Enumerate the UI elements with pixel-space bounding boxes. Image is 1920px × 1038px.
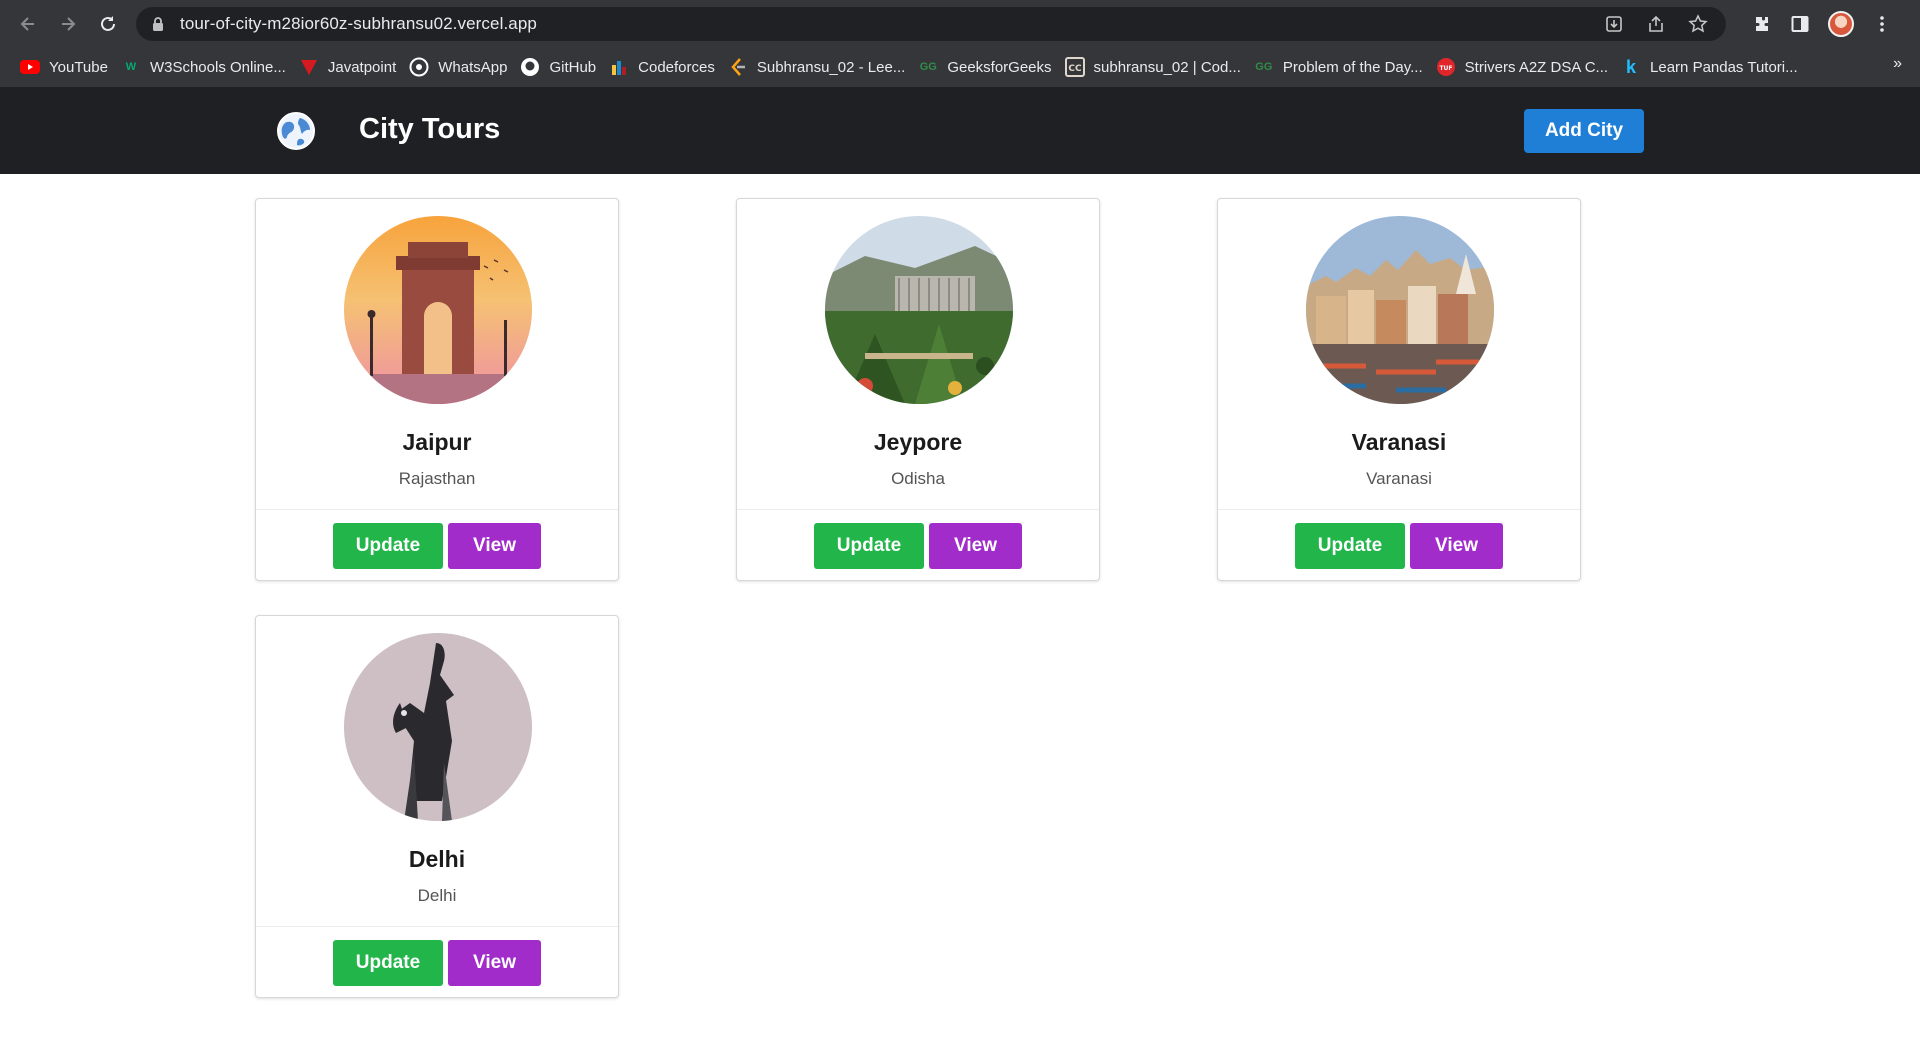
- bookmark-label: W3Schools Online...: [149, 58, 286, 76]
- share-icon[interactable]: [1646, 14, 1666, 34]
- update-button[interactable]: Update: [814, 523, 924, 569]
- city-photo-jeypore: [825, 216, 1013, 404]
- city-card: Varanasi Varanasi Update View: [1217, 198, 1581, 581]
- city-photo-jaipur: [344, 216, 532, 404]
- bookmarks-overflow-chevron-icon[interactable]: »: [1893, 55, 1902, 73]
- bookmark-label: GeeksforGeeks: [947, 58, 1052, 76]
- geeksforgeeks-icon: GG: [919, 61, 937, 73]
- bookmark-codeforces[interactable]: Codeforces: [605, 53, 724, 81]
- whatsapp-icon: [409, 57, 429, 77]
- leetcode-icon: [728, 58, 748, 76]
- profile-avatar[interactable]: [1828, 10, 1854, 37]
- city-photo-varanasi: [1306, 216, 1494, 404]
- update-button[interactable]: Update: [333, 940, 443, 986]
- bookmark-w3schools[interactable]: W W3Schools Online...: [117, 53, 295, 81]
- install-app-icon[interactable]: [1604, 14, 1624, 34]
- takeuforward-icon: TUF: [1436, 58, 1456, 76]
- city-state: Varanasi: [1366, 469, 1432, 488]
- bookmark-kaggle[interactable]: k Learn Pandas Tutori...: [1617, 53, 1807, 81]
- bookmark-codechef[interactable]: CC subhransu_02 | Cod...: [1061, 53, 1250, 81]
- add-city-button[interactable]: Add City: [1524, 109, 1644, 153]
- bookmark-github[interactable]: GitHub: [516, 53, 605, 81]
- globe-logo-icon[interactable]: [276, 111, 316, 151]
- card-divider: [256, 509, 618, 510]
- extensions-puzzle-icon[interactable]: [1752, 14, 1772, 34]
- bookmark-label: WhatsApp: [438, 58, 508, 76]
- update-button[interactable]: Update: [333, 523, 443, 569]
- lock-icon: [153, 17, 163, 31]
- app-navbar: City Tours Add City: [0, 87, 1920, 174]
- more-menu-icon[interactable]: [1872, 14, 1892, 34]
- card-divider: [737, 509, 1099, 510]
- bookmark-javatpoint[interactable]: Javatpoint: [295, 53, 405, 81]
- bookmark-label: Codeforces: [638, 58, 715, 76]
- side-panel-icon[interactable]: [1790, 14, 1810, 34]
- bookmark-label: Javatpoint: [327, 58, 397, 76]
- svg-text:TUF: TUF: [1439, 65, 1452, 72]
- bookmark-geeksforgeeks[interactable]: GG GeeksforGeeks: [914, 53, 1060, 81]
- youtube-icon: [20, 58, 40, 76]
- card-actions: Update View: [256, 523, 618, 569]
- card-actions: Update View: [1218, 523, 1580, 569]
- geeksforgeeks-icon: GG: [1255, 61, 1273, 73]
- bookmark-label: YouTube: [49, 58, 108, 76]
- city-name: Varanasi: [1351, 429, 1447, 455]
- view-button[interactable]: View: [1410, 523, 1503, 569]
- bookmarks-bar: YouTube W W3Schools Online... Javatpoint…: [0, 47, 1920, 87]
- city-state: Delhi: [417, 886, 457, 905]
- city-name: Jaipur: [402, 429, 472, 455]
- card-divider: [256, 926, 618, 927]
- bookmark-strivers[interactable]: TUF Strivers A2Z DSA C...: [1432, 53, 1617, 81]
- brand-title[interactable]: City Tours: [359, 113, 500, 146]
- bookmark-label: Strivers A2Z DSA C...: [1464, 58, 1609, 76]
- view-button[interactable]: View: [448, 523, 541, 569]
- bookmark-leetcode[interactable]: Subhransu_02 - Lee...: [724, 53, 914, 81]
- codeforces-icon: [609, 58, 629, 76]
- city-card: Delhi Delhi Update View: [255, 615, 619, 998]
- city-card: Jeypore Odisha Update View: [736, 198, 1100, 581]
- city-card: Jaipur Rajasthan Update View: [255, 198, 619, 581]
- update-button[interactable]: Update: [1295, 523, 1405, 569]
- back-arrow-icon[interactable]: [8, 4, 48, 44]
- view-button[interactable]: View: [929, 523, 1022, 569]
- city-state: Rajasthan: [398, 469, 476, 488]
- bookmark-youtube[interactable]: YouTube: [16, 53, 117, 81]
- url-text: tour-of-city-m28ior60z-subhransu02.verce…: [180, 14, 537, 33]
- city-photo-delhi: [344, 633, 532, 821]
- card-actions: Update View: [737, 523, 1099, 569]
- city-name: Delhi: [408, 846, 466, 872]
- forward-arrow-icon[interactable]: [48, 4, 88, 44]
- city-state: Odisha: [891, 469, 945, 488]
- w3schools-icon: W: [125, 61, 137, 73]
- github-icon: [520, 58, 540, 76]
- card-actions: Update View: [256, 940, 618, 986]
- bookmark-label: Problem of the Day...: [1282, 58, 1423, 76]
- bookmark-label: subhransu_02 | Cod...: [1093, 58, 1241, 76]
- javatpoint-icon: [299, 58, 319, 76]
- view-button[interactable]: View: [448, 940, 541, 986]
- codechef-icon: CC: [1064, 57, 1085, 77]
- card-divider: [1218, 509, 1580, 510]
- browser-toolbar: tour-of-city-m28ior60z-subhransu02.verce…: [0, 0, 1920, 47]
- svg-text:CC: CC: [1068, 64, 1082, 74]
- bookmark-problem-of-the-day[interactable]: GG Problem of the Day...: [1250, 53, 1432, 81]
- city-name: Jeypore: [873, 429, 963, 455]
- bookmark-label: Subhransu_02 - Lee...: [756, 58, 906, 76]
- bookmark-label: Learn Pandas Tutori...: [1650, 58, 1798, 76]
- browser-chrome: tour-of-city-m28ior60z-subhransu02.verce…: [0, 0, 1920, 87]
- bookmark-label: GitHub: [549, 58, 597, 76]
- reload-icon[interactable]: [88, 4, 128, 44]
- kaggle-icon: k: [1626, 56, 1637, 77]
- bookmark-whatsapp[interactable]: WhatsApp: [405, 53, 516, 81]
- bookmark-star-icon[interactable]: [1688, 14, 1708, 34]
- address-bar[interactable]: tour-of-city-m28ior60z-subhransu02.verce…: [136, 7, 1726, 41]
